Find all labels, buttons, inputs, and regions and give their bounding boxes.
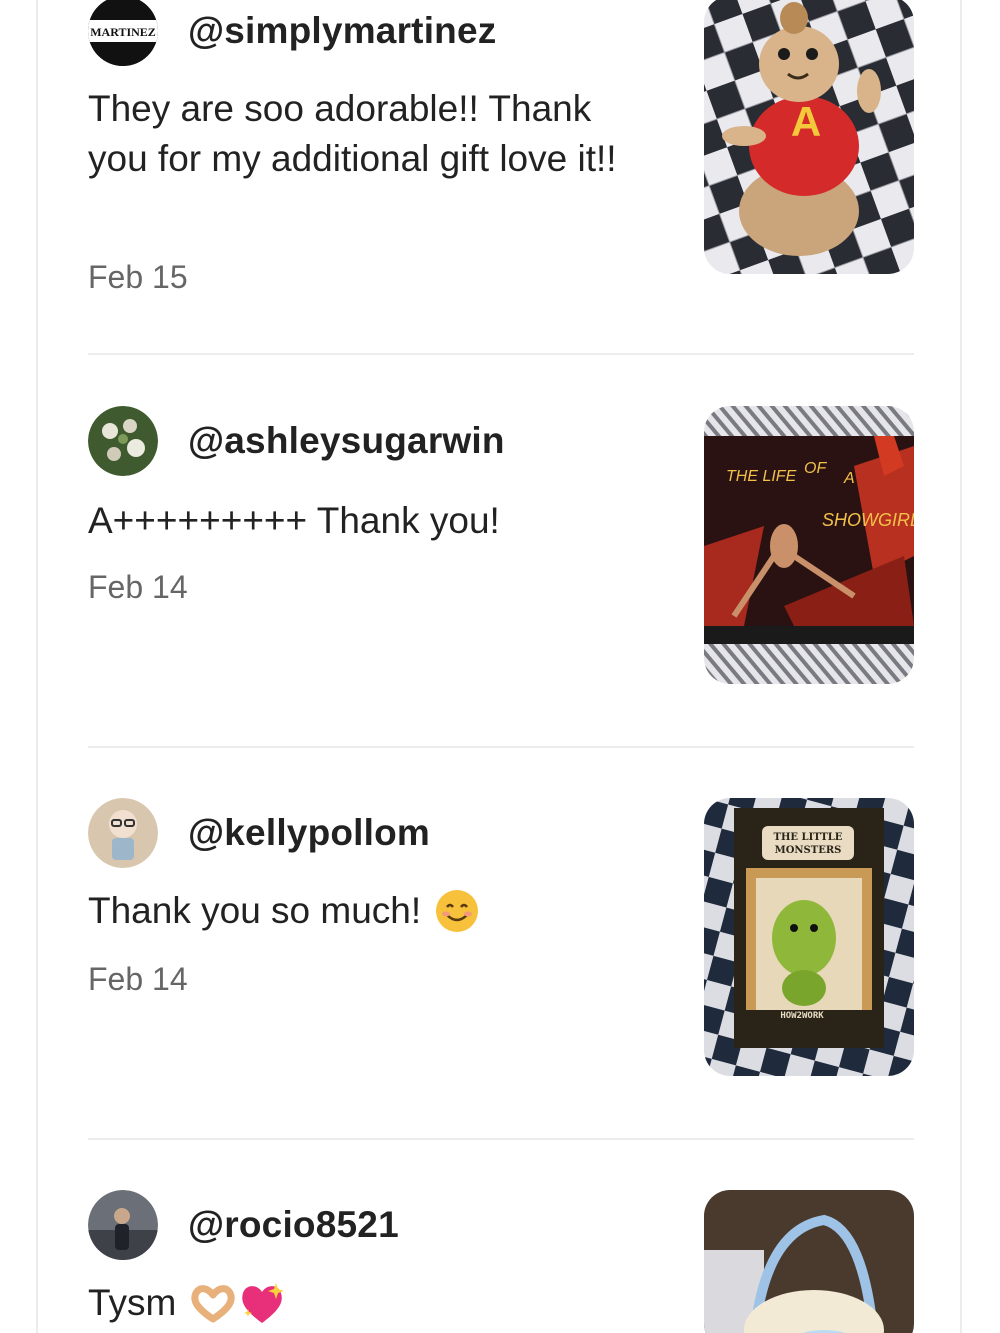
- plush-bag-photo: [704, 1190, 914, 1333]
- review-item: MARTINEZ @simplymartinez They are soo ad…: [88, 0, 914, 300]
- review-username[interactable]: @rocio8521: [188, 1204, 399, 1246]
- review-header: @kellypollom: [88, 798, 430, 868]
- heart-hands-icon: [190, 1283, 236, 1323]
- svg-text:HOW2WORK: HOW2WORK: [780, 1011, 824, 1021]
- review-divider: [88, 746, 914, 748]
- review-date: Feb 14: [88, 569, 188, 605]
- svg-text:MONSTERS: MONSTERS: [775, 845, 842, 856]
- review-item: @ashleysugarwin A+++++++++ Thank you! Fe…: [88, 406, 914, 706]
- svg-text:SHOWGIRL: SHOWGIRL: [822, 510, 914, 530]
- svg-text:THE LITTLE: THE LITTLE: [774, 832, 843, 843]
- review-divider: [88, 353, 914, 355]
- svg-text:MARTINEZ: MARTINEZ: [90, 25, 156, 39]
- svg-text:A: A: [791, 98, 821, 145]
- review-header: @ashleysugarwin: [88, 406, 505, 476]
- review-text: A+++++++++ Thank you!: [88, 500, 500, 541]
- review-divider: [88, 1138, 914, 1140]
- review-photo[interactable]: THE LIFE OF A SHOWGIRL: [704, 406, 914, 684]
- avatar[interactable]: [88, 798, 158, 868]
- avatar[interactable]: [88, 1190, 158, 1260]
- boxed-figure-photo: THE LITTLE MONSTERS HOW2WORK: [704, 798, 914, 1076]
- review-photo[interactable]: THE LITTLE MONSTERS HOW2WORK: [704, 798, 914, 1076]
- review-username[interactable]: @kellypollom: [188, 812, 430, 854]
- review-header: MARTINEZ @simplymartinez: [88, 0, 496, 66]
- review-text: They are soo adorable!! Thank you for my…: [88, 88, 617, 179]
- avatar[interactable]: [88, 406, 158, 476]
- review-text-content: Tysm: [88, 1282, 177, 1323]
- reviews-page: MARTINEZ @simplymartinez They are soo ad…: [0, 0, 1000, 1333]
- smiling-face-icon: [435, 889, 479, 933]
- svg-text:THE LIFE: THE LIFE: [726, 468, 797, 485]
- review-photo[interactable]: A: [704, 0, 914, 274]
- person-avatar: [88, 1190, 158, 1260]
- martinez-logo-avatar: MARTINEZ: [88, 0, 158, 66]
- svg-text:A: A: [843, 470, 855, 487]
- review-item: @kellypollom Thank you so much! Feb 14 T…: [88, 798, 914, 1098]
- review-text: Thank you so much!: [88, 886, 648, 936]
- sparkling-heart-icon: [238, 1281, 286, 1325]
- flowers-avatar: [88, 406, 158, 476]
- figurine-avatar: [88, 798, 158, 868]
- review-username[interactable]: @simplymartinez: [188, 10, 496, 52]
- review-photo[interactable]: [704, 1190, 914, 1333]
- avatar[interactable]: MARTINEZ: [88, 0, 158, 66]
- chipmunk-plush-photo: A: [704, 0, 914, 274]
- review-username[interactable]: @ashleysugarwin: [188, 420, 505, 462]
- review-date: Feb 15: [88, 259, 188, 295]
- review-text-content: Thank you so much!: [88, 890, 422, 931]
- review-header: @rocio8521: [88, 1190, 399, 1260]
- album-cover-photo: THE LIFE OF A SHOWGIRL: [704, 406, 914, 684]
- svg-text:OF: OF: [804, 460, 827, 477]
- review-date: Feb 14: [88, 961, 188, 997]
- review-text: Tysm: [88, 1278, 648, 1328]
- review-item: @rocio8521 Tysm: [88, 1190, 914, 1333]
